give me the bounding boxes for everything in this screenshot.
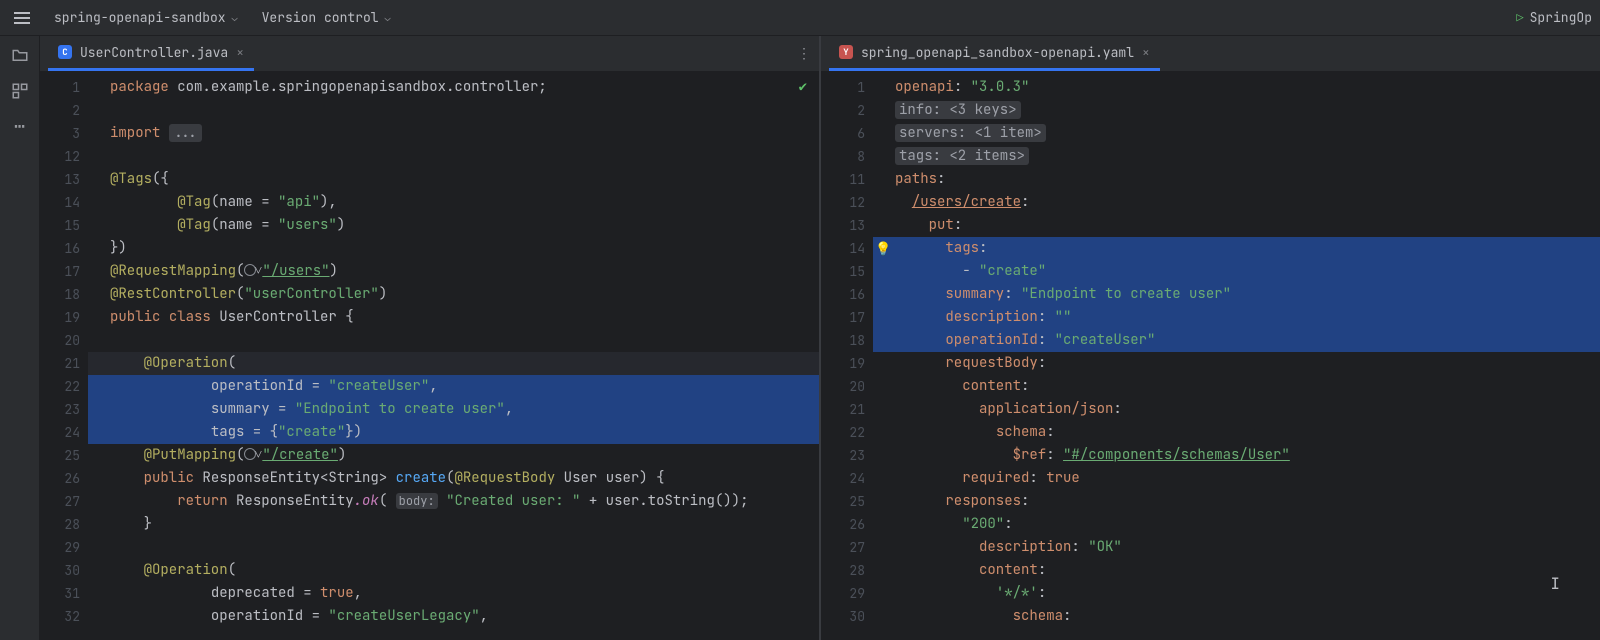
structure-tool-icon[interactable] (11, 82, 29, 100)
tab-openapi-yaml[interactable]: Y spring_openapi_sandbox-openapi.yaml × (829, 36, 1160, 71)
run-icon: ▷ (1516, 10, 1523, 26)
code-editor-left[interactable]: ✔ 1 2 3 12 13 14 15 16 17 18 19 20 21 22 (40, 72, 819, 640)
run-config-widget[interactable]: ▷ SpringOp (1516, 9, 1592, 26)
chevron-down-icon: ⌄ (232, 11, 238, 24)
tab-bar-right: Y spring_openapi_sandbox-openapi.yaml × (821, 36, 1600, 72)
gutter-left: 1 2 3 12 13 14 15 16 17 18 19 20 21 22 2… (40, 72, 88, 640)
editor-pane-right: Y spring_openapi_sandbox-openapi.yaml × … (819, 36, 1600, 640)
vcs-menu[interactable]: Version control ⌄ (256, 5, 397, 30)
web-icon (244, 264, 256, 276)
tab-title: spring_openapi_sandbox-openapi.yaml (861, 44, 1134, 61)
folded-region[interactable]: info: <3 keys> (895, 101, 1021, 119)
run-config-name: SpringOp (1530, 9, 1592, 26)
hamburger-icon (14, 12, 30, 24)
folded-region[interactable]: servers: <1 item> (895, 124, 1046, 142)
java-file-icon: C (58, 45, 72, 59)
gutter-right: 1 2 6 8 11 12 13 14 15 16 17 18 19 20 21… (821, 72, 873, 640)
tab-menu-icon[interactable]: ⋮ (797, 36, 811, 71)
close-icon[interactable]: × (236, 44, 244, 61)
intention-bulb-icon[interactable]: 💡 (875, 237, 891, 260)
web-icon (244, 448, 256, 460)
more-tools-icon[interactable]: ⋯ (14, 118, 25, 136)
editor-pane-left: C UserController.java × ⋮ ✔ 1 2 3 12 13 … (40, 36, 819, 640)
tool-rail: ⋯ (0, 36, 40, 640)
code-editor-right[interactable]: 1 2 6 8 11 12 13 14 15 16 17 18 19 20 21… (821, 72, 1600, 640)
inlay-hint: body: (396, 493, 438, 509)
tab-title: UserController.java (80, 44, 228, 61)
close-icon[interactable]: × (1142, 44, 1150, 61)
folded-region[interactable]: tags: <2 items> (895, 147, 1029, 165)
yaml-file-icon: Y (839, 45, 853, 59)
project-name: spring-openapi-sandbox (54, 9, 226, 26)
project-tool-icon[interactable] (11, 46, 29, 64)
source-right[interactable]: openapi: "3.0.3" info: <3 keys> servers:… (873, 72, 1600, 640)
source-left[interactable]: package com.example.springopenapisandbox… (88, 72, 819, 640)
chevron-down-icon: ⌄ (385, 11, 391, 24)
project-selector[interactable]: spring-openapi-sandbox ⌄ (48, 5, 244, 30)
tab-bar-left: C UserController.java × ⋮ (40, 36, 819, 72)
vcs-label: Version control (262, 9, 379, 26)
main-menu-button[interactable] (8, 8, 36, 28)
fold-badge[interactable]: ... (169, 124, 202, 142)
text-cursor-icon: I (1550, 573, 1560, 594)
title-bar: spring-openapi-sandbox ⌄ Version control… (0, 0, 1600, 36)
tab-user-controller[interactable]: C UserController.java × (48, 36, 254, 71)
